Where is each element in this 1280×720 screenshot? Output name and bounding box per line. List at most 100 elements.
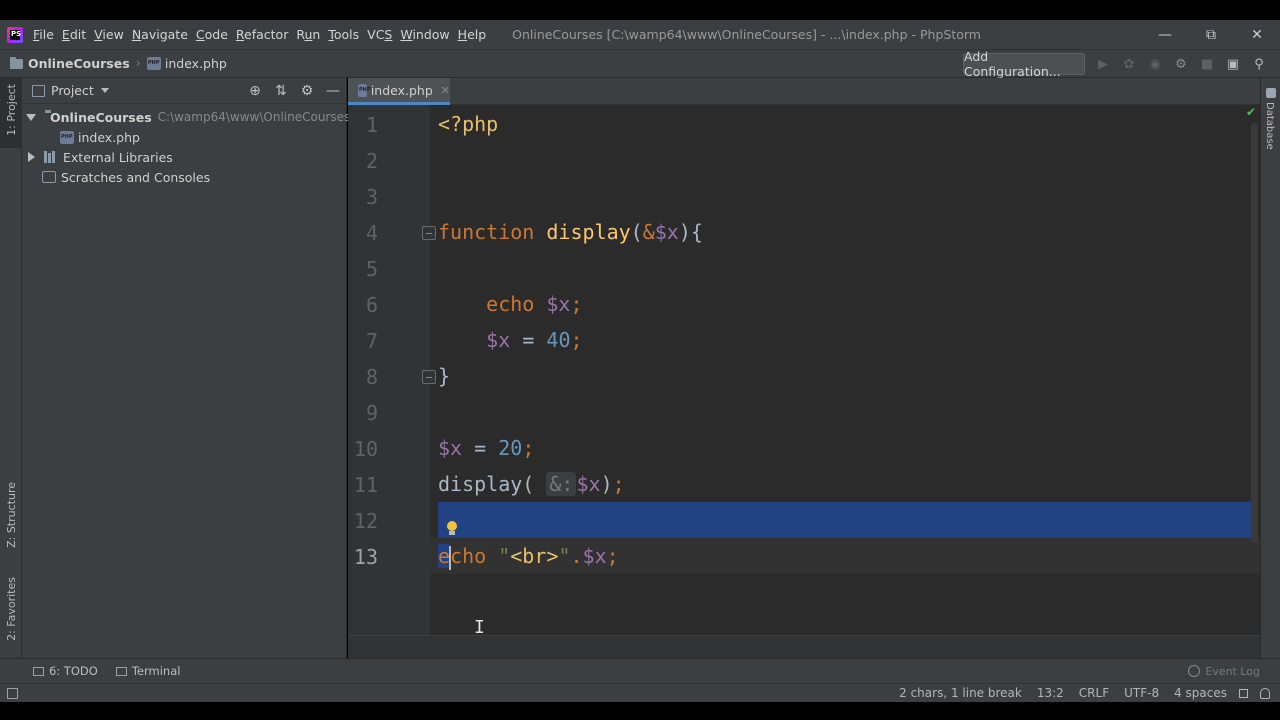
inspector-icon[interactable]: [1260, 687, 1270, 699]
structure-tab-label: Z: Structure: [5, 482, 18, 548]
database-tool-tab[interactable]: Database: [1264, 102, 1275, 150]
left-tool-strip: 1: Project Z: Structure 2: Favorites: [0, 78, 22, 658]
stop-icon[interactable]: ■: [1199, 56, 1215, 72]
code-line-10: $x = 20;: [438, 436, 535, 460]
close-icon[interactable]: ✕: [1234, 20, 1280, 49]
breadcrumb: OnlineCourses › index.php: [0, 56, 227, 71]
todo-tool-button[interactable]: 6: TODO: [33, 664, 98, 678]
coverage-icon[interactable]: ◉: [1147, 56, 1163, 72]
tree-root-path: C:\wamp64\www\OnlineCourses: [157, 110, 351, 124]
todo-label: 6: TODO: [49, 664, 98, 678]
screen-top-border: [0, 0, 1280, 20]
tree-scratches-label: Scratches and Consoles: [61, 169, 211, 185]
menu-item[interactable]: VCS: [367, 27, 400, 42]
tree-item-external-libraries[interactable]: External Libraries: [22, 147, 346, 167]
event-log-button[interactable]: Event Log: [1188, 659, 1260, 683]
event-log-icon: [1188, 665, 1201, 677]
code-editor[interactable]: 1 2 3 4 5 6 7 8 9 10 11 12 13 <?php function display…: [348, 105, 1260, 658]
fold-collapse-icon[interactable]: [422, 226, 436, 240]
intention-bulb-icon[interactable]: [446, 521, 458, 537]
gear-icon[interactable]: ⚙: [294, 83, 320, 99]
menu-item[interactable]: Window: [400, 27, 457, 42]
project-structure-icon[interactable]: ▣: [1225, 56, 1241, 72]
file-encoding[interactable]: UTF-8: [1124, 686, 1159, 700]
right-tool-strip: Database: [1260, 78, 1280, 658]
window-title: OnlineCourses [C:\wamp64\www\OnlineCours…: [512, 27, 981, 42]
hide-icon[interactable]: —: [320, 83, 346, 99]
tree-root-label: OnlineCourses: [50, 109, 152, 125]
tree-item-index-php[interactable]: index.php: [22, 127, 346, 147]
terminal-icon: [115, 666, 127, 676]
fold-collapse-icon[interactable]: [422, 370, 436, 384]
event-log-label: Event Log: [1205, 664, 1260, 678]
profile-icon[interactable]: ⚙: [1173, 56, 1189, 72]
menu-item[interactable]: View: [94, 27, 132, 42]
collapse-all-icon[interactable]: ⇅: [268, 83, 294, 99]
tab-index-php[interactable]: index.php ✕: [348, 78, 450, 105]
selection-info: 2 chars, 1 line break: [899, 686, 1022, 700]
menu-item[interactable]: Edit: [62, 27, 94, 42]
status-indicators: 2 chars, 1 line break 13:2 CRLF UTF-8 4 …: [884, 684, 1270, 702]
menu-item[interactable]: Navigate: [132, 27, 196, 42]
search-icon[interactable]: ⚲: [1251, 56, 1267, 72]
line-number: 1: [365, 113, 378, 137]
menu-bar: PS File Edit View Navigate Code Refactor Run To…: [0, 20, 1280, 49]
status-bar: 2 chars, 1 line break 13:2 CRLF UTF-8 4 …: [0, 683, 1280, 702]
menu-item[interactable]: Refactor: [236, 27, 296, 42]
structure-tool-tab[interactable]: Z: Structure: [0, 478, 22, 558]
tool-windows-toggle-icon[interactable]: [7, 687, 18, 699]
scratches-icon: [42, 171, 56, 183]
code-line-8: }: [438, 364, 451, 388]
php-file-icon: [60, 130, 74, 144]
line-number: 7: [365, 329, 378, 353]
selection-highlight: [438, 502, 1252, 538]
favorites-tool-tab[interactable]: 2: Favorites: [0, 573, 22, 653]
tree-item-scratches[interactable]: Scratches and Consoles: [22, 167, 346, 187]
code-line-13: echo "<br>".$x;: [438, 544, 619, 570]
inspection-ok-icon[interactable]: ✔: [1246, 105, 1256, 119]
window-controls: — ⧉ ✕: [1142, 20, 1280, 49]
collapsed-icon[interactable]: [28, 152, 35, 162]
tree-item-root[interactable]: OnlineCourses C:\wamp64\www\OnlineCourse…: [22, 107, 350, 127]
editor-bottom-area: [348, 635, 1260, 658]
terminal-tool-button[interactable]: Terminal: [115, 664, 180, 678]
expanded-icon[interactable]: [26, 113, 36, 121]
lock-icon[interactable]: [1239, 688, 1248, 698]
menu-item[interactable]: Code: [196, 27, 236, 42]
close-tab-icon[interactable]: ✕: [441, 84, 450, 97]
screen-bottom-border: [0, 702, 1280, 720]
restore-icon[interactable]: ⧉: [1188, 20, 1234, 49]
menu-item[interactable]: Tools: [328, 27, 367, 42]
run-icon[interactable]: ▶: [1095, 56, 1111, 72]
debug-icon[interactable]: ✿: [1121, 56, 1137, 72]
indent-setting[interactable]: 4 spaces: [1174, 686, 1227, 700]
add-configuration-button[interactable]: Add Configuration...: [963, 49, 1085, 79]
php-file-icon: [146, 57, 161, 70]
tree-file-label: index.php: [78, 129, 140, 145]
minimize-icon[interactable]: —: [1142, 20, 1188, 49]
line-separator[interactable]: CRLF: [1079, 686, 1109, 700]
locate-icon[interactable]: ⊕: [242, 83, 268, 99]
menu-item[interactable]: File: [33, 27, 62, 42]
project-panel-tools: ⊕ ⇅ ⚙ —: [242, 78, 346, 104]
line-number: 13: [353, 545, 378, 569]
phpstorm-logo-icon: PS: [7, 26, 23, 43]
project-view-selector[interactable]: Project: [51, 83, 94, 98]
code-line-7: $x = 40;: [486, 328, 583, 352]
chevron-down-icon[interactable]: [100, 88, 109, 93]
menu-item[interactable]: Help: [458, 27, 495, 42]
caret-position[interactable]: 13:2: [1037, 686, 1064, 700]
code-line-11: display( &: $x);: [438, 472, 625, 496]
project-tool-tab[interactable]: 1: Project: [0, 78, 22, 148]
breadcrumb-project[interactable]: OnlineCourses: [28, 56, 130, 71]
tab-label: index.php: [370, 82, 433, 98]
breadcrumb-file[interactable]: index.php: [165, 56, 227, 71]
editor-scrollbar[interactable]: [1251, 123, 1258, 543]
line-number: 5: [365, 257, 378, 281]
line-number: 11: [353, 473, 378, 497]
menu-item[interactable]: Run: [296, 27, 328, 42]
bottom-tool-bar: 6: TODO Terminal Event Log: [0, 658, 1280, 683]
line-number: 6: [365, 293, 378, 317]
favorites-tab-label: 2: Favorites: [5, 577, 18, 641]
code-line-1: <?php: [438, 112, 499, 136]
